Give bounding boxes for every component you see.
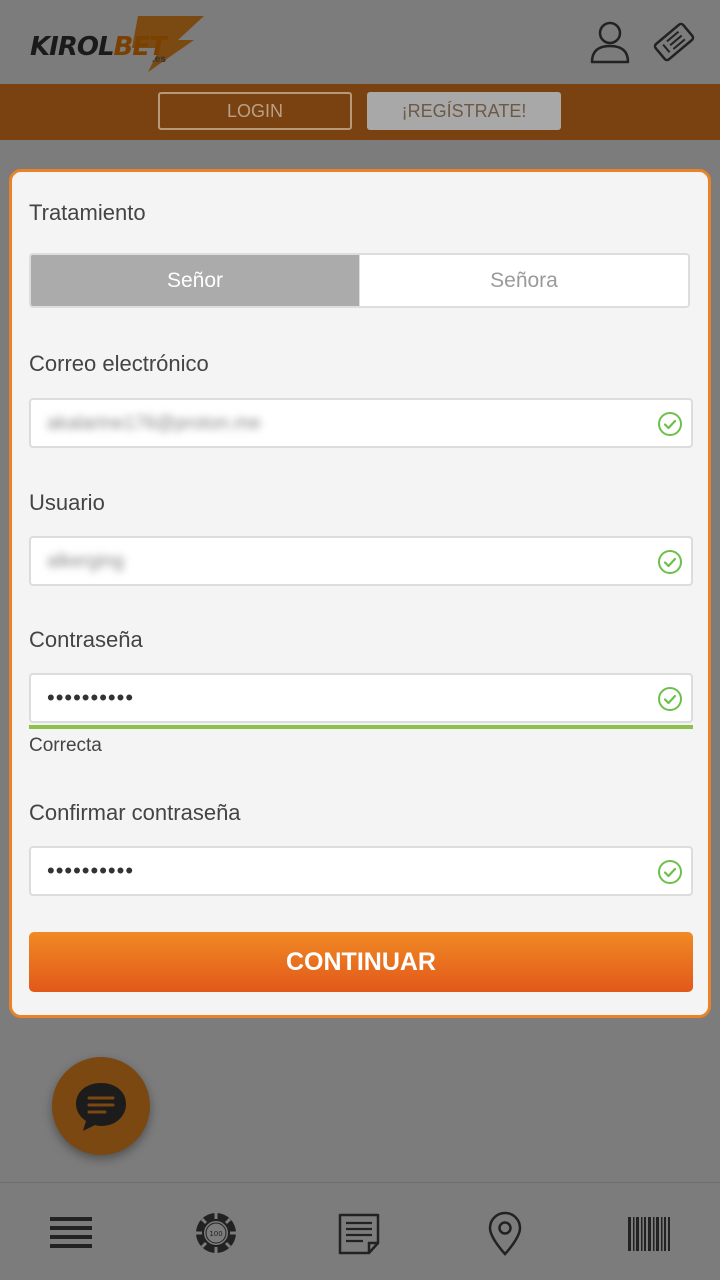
chat-button[interactable]	[52, 1057, 150, 1155]
menu-icon[interactable]	[48, 1211, 94, 1257]
location-icon[interactable]	[482, 1211, 528, 1257]
user-label: Usuario	[29, 490, 105, 515]
barcode-icon[interactable]	[626, 1211, 672, 1257]
confirm-password-field[interactable]: ••••••••••	[29, 846, 693, 896]
bottom-navigation: 100	[0, 1182, 720, 1280]
username-field[interactable]: alkerging	[29, 536, 693, 586]
register-button[interactable]: ¡REGÍSTRATE!	[367, 92, 561, 130]
logo-text-kirol: KIROL	[30, 32, 115, 62]
svg-text:100: 100	[209, 1230, 222, 1238]
treatment-selector: Señor Señora	[29, 253, 690, 308]
chat-icon	[76, 1083, 126, 1131]
valid-check-icon	[658, 550, 682, 574]
continue-button[interactable]: CONTINUAR	[29, 932, 693, 992]
treatment-option-senora[interactable]: Señora	[359, 255, 688, 306]
password-strength-bar	[29, 725, 693, 729]
email-field[interactable]: akalarine176@proton.me	[29, 398, 693, 448]
confirm-password-label: Confirmar contraseña	[29, 800, 241, 825]
logo-suffix: .es	[152, 54, 166, 65]
registration-form: Tratamiento Señor Señora Correo electrón…	[9, 169, 711, 1018]
treatment-label: Tratamiento	[29, 200, 146, 225]
confirm-password-value: ••••••••••	[47, 858, 135, 883]
password-strength-text: Correcta	[29, 735, 102, 756]
email-label: Correo electrónico	[29, 351, 209, 376]
auth-bar: LOGIN ¡REGÍSTRATE!	[0, 84, 720, 140]
username-value: alkerging	[47, 551, 125, 572]
news-icon[interactable]	[337, 1211, 383, 1257]
treatment-option-senor[interactable]: Señor	[31, 255, 359, 306]
valid-check-icon	[658, 687, 682, 711]
login-button[interactable]: LOGIN	[158, 92, 352, 130]
password-value: ••••••••••	[47, 685, 135, 710]
valid-check-icon	[658, 412, 682, 436]
ticket-icon[interactable]	[650, 18, 698, 66]
password-label: Contraseña	[29, 627, 143, 652]
valid-check-icon	[658, 860, 682, 884]
casino-chip-icon[interactable]: 100	[193, 1211, 239, 1257]
user-icon[interactable]	[586, 18, 634, 66]
password-field[interactable]: ••••••••••	[29, 673, 693, 723]
email-value: akalarine176@proton.me	[47, 413, 261, 434]
kirolbet-logo[interactable]: KIROLBET .es	[28, 14, 208, 74]
app-header: KIROLBET .es	[0, 0, 720, 84]
